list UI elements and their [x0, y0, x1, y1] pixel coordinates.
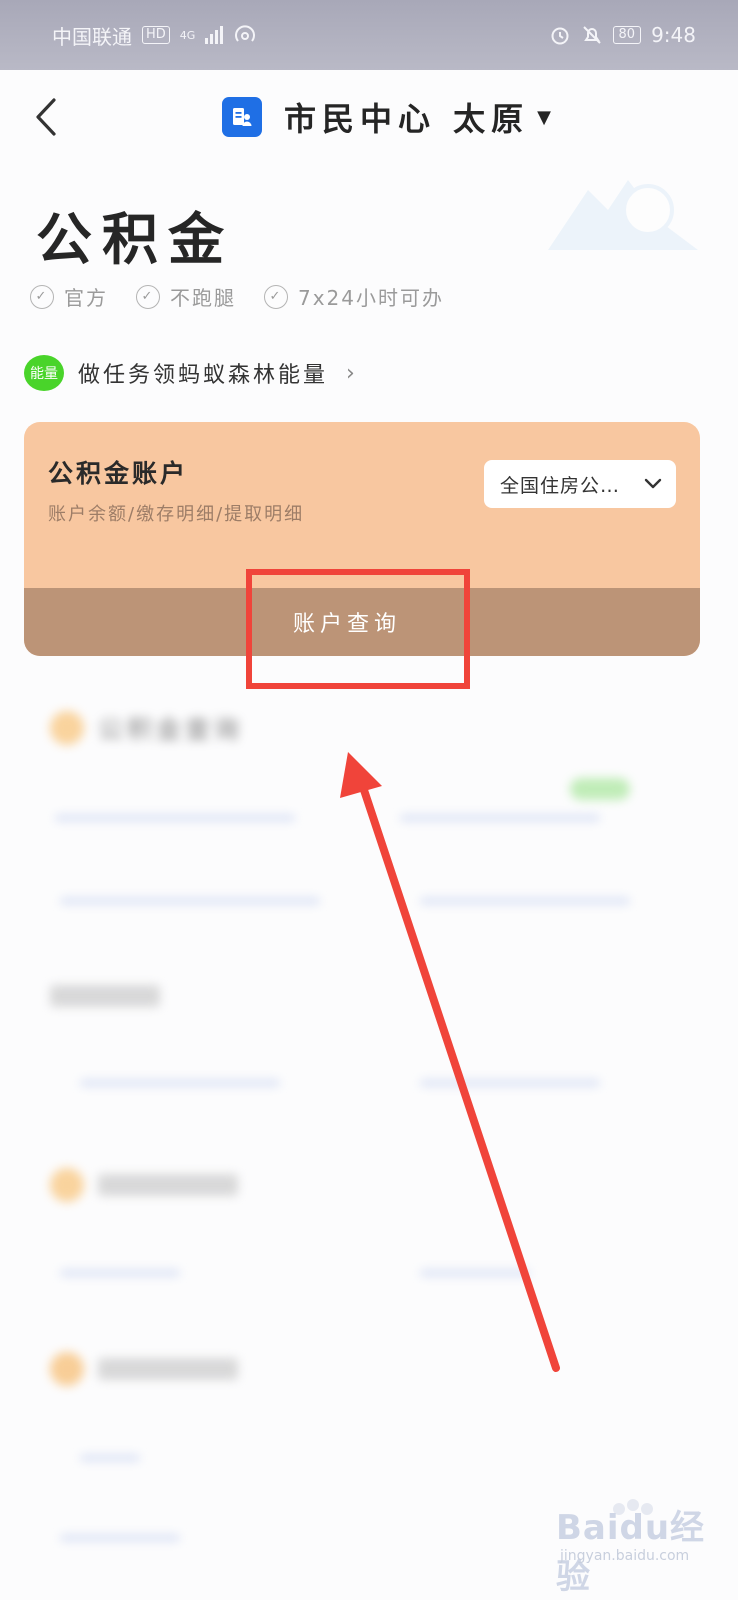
signal-icon	[205, 26, 224, 44]
blurred-text	[98, 1174, 238, 1196]
energy-badge: 能量	[24, 355, 64, 391]
watermark-url: jingyan.baidu.com	[560, 1548, 690, 1564]
check-circle-icon: ✓	[264, 284, 288, 309]
check-circle-icon: ✓	[136, 284, 160, 309]
fund-center-select[interactable]: 全国住房公…	[484, 460, 676, 508]
card-subtitle: 账户余额/缴存明细/提取明细	[48, 504, 305, 525]
check-circle-icon: ✓	[30, 284, 54, 309]
feature-list: ✓ 官方 ✓ 不跑腿 ✓ 7x24小时可办	[30, 282, 444, 311]
blurred-row	[55, 815, 295, 821]
blurred-row	[60, 1270, 180, 1276]
blurred-content: 公积金查询	[0, 690, 738, 1550]
chevron-down-icon	[644, 478, 662, 489]
blurred-row	[420, 1270, 530, 1276]
caret-down-icon: ▼	[537, 106, 551, 128]
account-query-label: 账户查询	[292, 612, 401, 637]
city-selector[interactable]: 市民中心 太原 ▼	[222, 94, 551, 140]
status-bar: 中国联通 HD 4G 80 9:48	[0, 0, 738, 70]
blurred-text	[98, 1358, 238, 1380]
blurred-icon	[50, 1352, 84, 1386]
top-nav: 市民中心 太原 ▼	[0, 88, 738, 148]
blurred-text	[50, 985, 160, 1007]
status-pill	[570, 778, 630, 800]
blurred-icon	[50, 1168, 84, 1202]
blurred-heading	[50, 985, 160, 1007]
nav-title: 市民中心 太原	[284, 100, 530, 138]
energy-text: 做任务领蚂蚁森林能量	[78, 363, 329, 388]
account-query-button[interactable]: 账户查询	[24, 588, 700, 656]
alarm-icon	[551, 27, 569, 45]
blurred-row	[420, 898, 630, 904]
citizen-center-icon	[222, 97, 262, 137]
status-left: 中国联通 HD 4G	[52, 21, 257, 50]
feature-item: ✓ 官方	[30, 282, 108, 311]
blurred-row	[400, 815, 600, 821]
hd-badge: HD	[142, 26, 170, 44]
blurred-row	[420, 1080, 600, 1086]
feature-item: ✓ 7x24小时可办	[264, 282, 444, 311]
feature-item: ✓ 不跑腿	[136, 282, 236, 311]
fund-account-card: 公积金账户 账户余额/缴存明细/提取明细 全国住房公… 账户查询	[24, 422, 700, 656]
chevron-left-icon	[36, 98, 56, 136]
clock: 9:48	[651, 23, 696, 47]
back-button[interactable]	[28, 94, 68, 140]
feature-label: 7x24小时可办	[298, 286, 445, 310]
energy-task-link[interactable]: 能量 做任务领蚂蚁森林能量 ›	[24, 355, 358, 391]
blurred-heading	[50, 1352, 238, 1386]
card-title: 公积金账户	[48, 459, 189, 488]
status-right: 80 9:48	[549, 23, 696, 47]
section-title-text: 公积金查询	[98, 715, 244, 744]
blurred-heading	[50, 1168, 238, 1202]
page-title: 公积金	[36, 208, 234, 273]
blurred-row	[80, 1455, 140, 1461]
blurred-row	[80, 1080, 280, 1086]
blurred-row	[60, 1535, 180, 1541]
mute-bell-icon	[582, 26, 601, 44]
mountain-illustration-icon	[548, 180, 698, 250]
blurred-row	[60, 898, 320, 904]
chevron-right-icon: ›	[346, 360, 358, 386]
feature-label: 不跑腿	[170, 286, 236, 310]
hotspot-icon	[235, 25, 256, 42]
carrier-label: 中国联通	[52, 24, 132, 49]
feature-label: 官方	[64, 286, 108, 310]
select-value: 全国住房公…	[500, 474, 621, 497]
network-label: 4G	[179, 28, 196, 42]
house-icon	[50, 711, 84, 745]
fund-query-section-title: 公积金查询	[50, 710, 243, 746]
battery-icon: 80	[612, 26, 642, 44]
